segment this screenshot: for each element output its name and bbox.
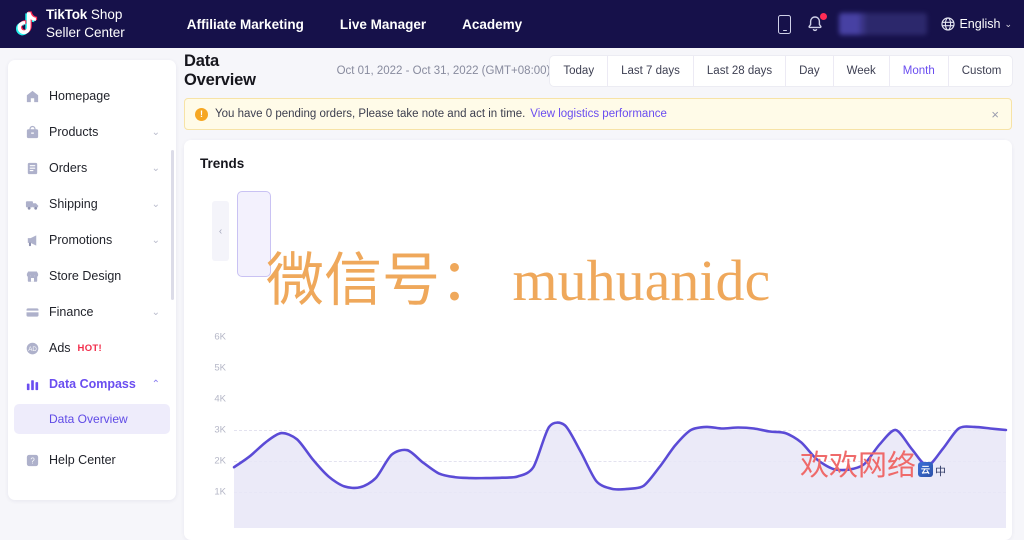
help-icon: ?	[24, 453, 40, 468]
sidebar-label: Shipping	[49, 197, 98, 211]
range-day[interactable]: Day	[786, 56, 834, 86]
megaphone-icon	[24, 233, 40, 248]
storefront-icon	[24, 269, 40, 284]
sidebar: Homepage Products ⌄ Orders ⌄ Shipping ⌄ …	[8, 60, 176, 500]
chevron-down-icon: ⌄	[151, 306, 160, 318]
carousel-prev-button[interactable]: ‹	[212, 201, 229, 261]
sidebar-label: Orders	[49, 161, 88, 175]
sidebar-label: Store Design	[49, 269, 122, 283]
truck-icon	[24, 197, 40, 212]
sidebar-scrollbar[interactable]	[171, 150, 174, 300]
pending-orders-alert: ! You have 0 pending orders, Please take…	[184, 98, 1012, 130]
y-tick-1k: 1K	[214, 486, 226, 498]
ads-icon: AD	[24, 341, 40, 356]
top-nav-right-cluster: English ⌄	[778, 13, 1024, 35]
chart-plot-area[interactable]	[232, 318, 1008, 528]
range-week[interactable]: Week	[834, 56, 890, 86]
range-last-7-days[interactable]: Last 7 days	[608, 56, 694, 86]
page-header: Data Overview Oct 01, 2022 - Oct 31, 202…	[176, 48, 1024, 94]
sidebar-label: Homepage	[49, 89, 111, 103]
sidebar-label: Products	[49, 125, 99, 139]
nav-link-live-manager[interactable]: Live Manager	[340, 17, 426, 32]
y-tick-3k: 3K	[214, 424, 226, 436]
y-tick-2k: 2K	[214, 455, 226, 467]
sidebar-item-shipping[interactable]: Shipping ⌄	[14, 186, 170, 222]
sidebar-label: Data Compass	[49, 377, 136, 391]
sidebar-item-products[interactable]: Products ⌄	[14, 114, 170, 150]
sidebar-item-ads[interactable]: AD Ads HOT!	[14, 330, 170, 366]
sidebar-subitem-label: Data Overview	[49, 412, 128, 426]
brand-line-1: TikTok Shop	[46, 7, 122, 22]
sidebar-item-store-design[interactable]: Store Design	[14, 258, 170, 294]
globe-icon	[941, 17, 956, 31]
svg-text:AD: AD	[28, 345, 37, 352]
alert-text: You have 0 pending orders, Please take n…	[215, 108, 526, 120]
page-title: Data Overview	[184, 52, 256, 89]
time-range-segmented-control: Today Last 7 days Last 28 days Day Week …	[550, 56, 1012, 86]
svg-text:?: ?	[30, 456, 35, 465]
metric-card-selected[interactable]	[237, 191, 271, 277]
range-today[interactable]: Today	[550, 56, 609, 86]
sidebar-subitem-data-overview[interactable]: Data Overview	[14, 404, 170, 434]
nav-link-academy[interactable]: Academy	[462, 17, 522, 32]
sidebar-label: Promotions	[49, 233, 113, 247]
view-logistics-performance-link[interactable]: View logistics performance	[530, 108, 667, 120]
language-label: English	[959, 17, 1001, 31]
brand-line-2: Seller Center	[46, 25, 125, 40]
sidebar-item-homepage[interactable]: Homepage	[14, 78, 170, 114]
trends-chart: 6K 5K 4K 3K 2K 1K	[200, 318, 1012, 528]
nav-link-affiliate-marketing[interactable]: Affiliate Marketing	[187, 17, 304, 32]
card-title-trends: Trends	[200, 156, 245, 171]
metric-carousel: ‹	[200, 185, 996, 277]
chevron-down-icon: ⌄	[151, 126, 160, 138]
bar-chart-icon	[24, 377, 40, 392]
bell-icon[interactable]	[805, 13, 828, 34]
sidebar-item-finance[interactable]: Finance ⌄	[14, 294, 170, 330]
main-content: Data Overview Oct 01, 2022 - Oct 31, 202…	[176, 48, 1024, 540]
document-icon	[24, 161, 40, 176]
chevron-up-icon: ⌃	[151, 378, 160, 390]
chevron-down-icon: ⌄	[151, 234, 160, 246]
close-icon[interactable]: ×	[989, 107, 1001, 122]
date-range-label: Oct 01, 2022 - Oct 31, 2022 (GMT+08:00)	[336, 65, 551, 77]
brand-text: TikTok Shop Seller Center	[46, 6, 125, 42]
range-month[interactable]: Month	[890, 56, 949, 86]
notification-dot	[820, 13, 828, 20]
bag-icon	[24, 125, 40, 140]
user-profile-avatar[interactable]	[839, 13, 928, 35]
language-selector[interactable]: English ⌄	[941, 17, 1012, 31]
sidebar-item-promotions[interactable]: Promotions ⌄	[14, 222, 170, 258]
chevron-down-icon: ⌄	[151, 162, 160, 174]
trends-card: Trends ‹ 6K 5K 4K 3K 2K 1K	[184, 140, 1012, 540]
sidebar-label: Help Center	[49, 453, 116, 467]
sidebar-label: Finance	[49, 305, 94, 319]
tiktok-note-icon	[14, 10, 40, 38]
brand-tiktok: TikTok	[46, 7, 88, 23]
range-custom[interactable]: Custom	[949, 56, 1012, 86]
sidebar-item-data-compass[interactable]: Data Compass ⌃	[14, 366, 170, 402]
y-tick-5k: 5K	[214, 362, 226, 374]
card-icon	[24, 305, 40, 320]
chevron-down-icon: ⌄	[151, 198, 160, 210]
sidebar-item-orders[interactable]: Orders ⌄	[14, 150, 170, 186]
brand-shop: Shop	[87, 7, 123, 23]
sidebar-label: Ads	[49, 341, 71, 355]
hot-badge: HOT!	[77, 342, 102, 354]
brand-logo[interactable]: TikTok Shop Seller Center	[14, 6, 125, 42]
warning-icon: !	[195, 107, 208, 121]
chevron-down-icon: ⌄	[1004, 18, 1012, 29]
y-tick-6k: 6K	[214, 331, 226, 343]
range-last-28-days[interactable]: Last 28 days	[694, 56, 787, 86]
sidebar-item-help-center[interactable]: ? Help Center	[14, 442, 170, 478]
chart-svg	[232, 421, 1008, 528]
y-tick-4k: 4K	[214, 393, 226, 405]
top-navigation-bar: TikTok Shop Seller Center Affiliate Mark…	[0, 0, 1024, 48]
home-icon	[24, 89, 40, 104]
phone-icon[interactable]	[778, 14, 792, 34]
top-nav-links: Affiliate Marketing Live Manager Academy	[187, 17, 522, 32]
